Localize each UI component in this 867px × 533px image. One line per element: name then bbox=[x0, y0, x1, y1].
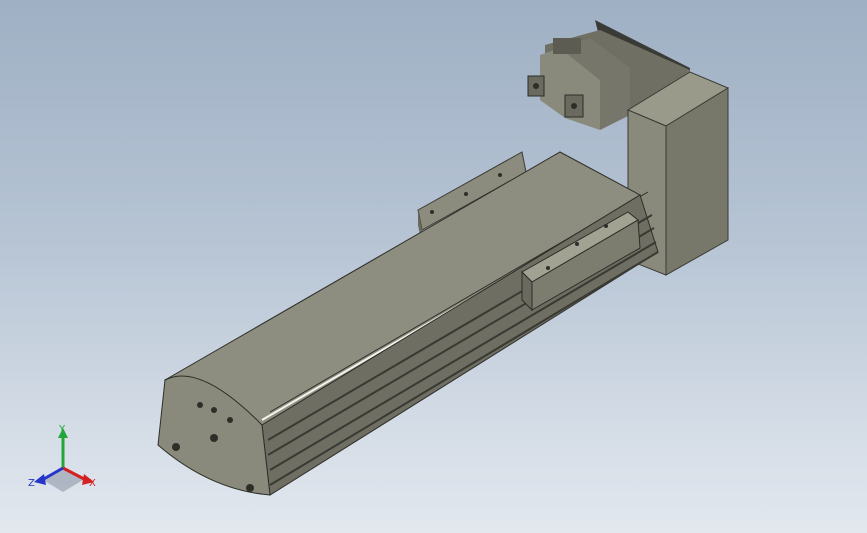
x-axis-label: X bbox=[89, 478, 96, 489]
z-axis-label: Z bbox=[28, 478, 35, 489]
y-axis-label: Y bbox=[58, 424, 66, 435]
linear-actuator-model[interactable]: Y X Z bbox=[0, 0, 867, 533]
coordinate-triad: Y X Z bbox=[28, 424, 96, 492]
cad-viewport[interactable]: Y X Z bbox=[0, 0, 867, 533]
